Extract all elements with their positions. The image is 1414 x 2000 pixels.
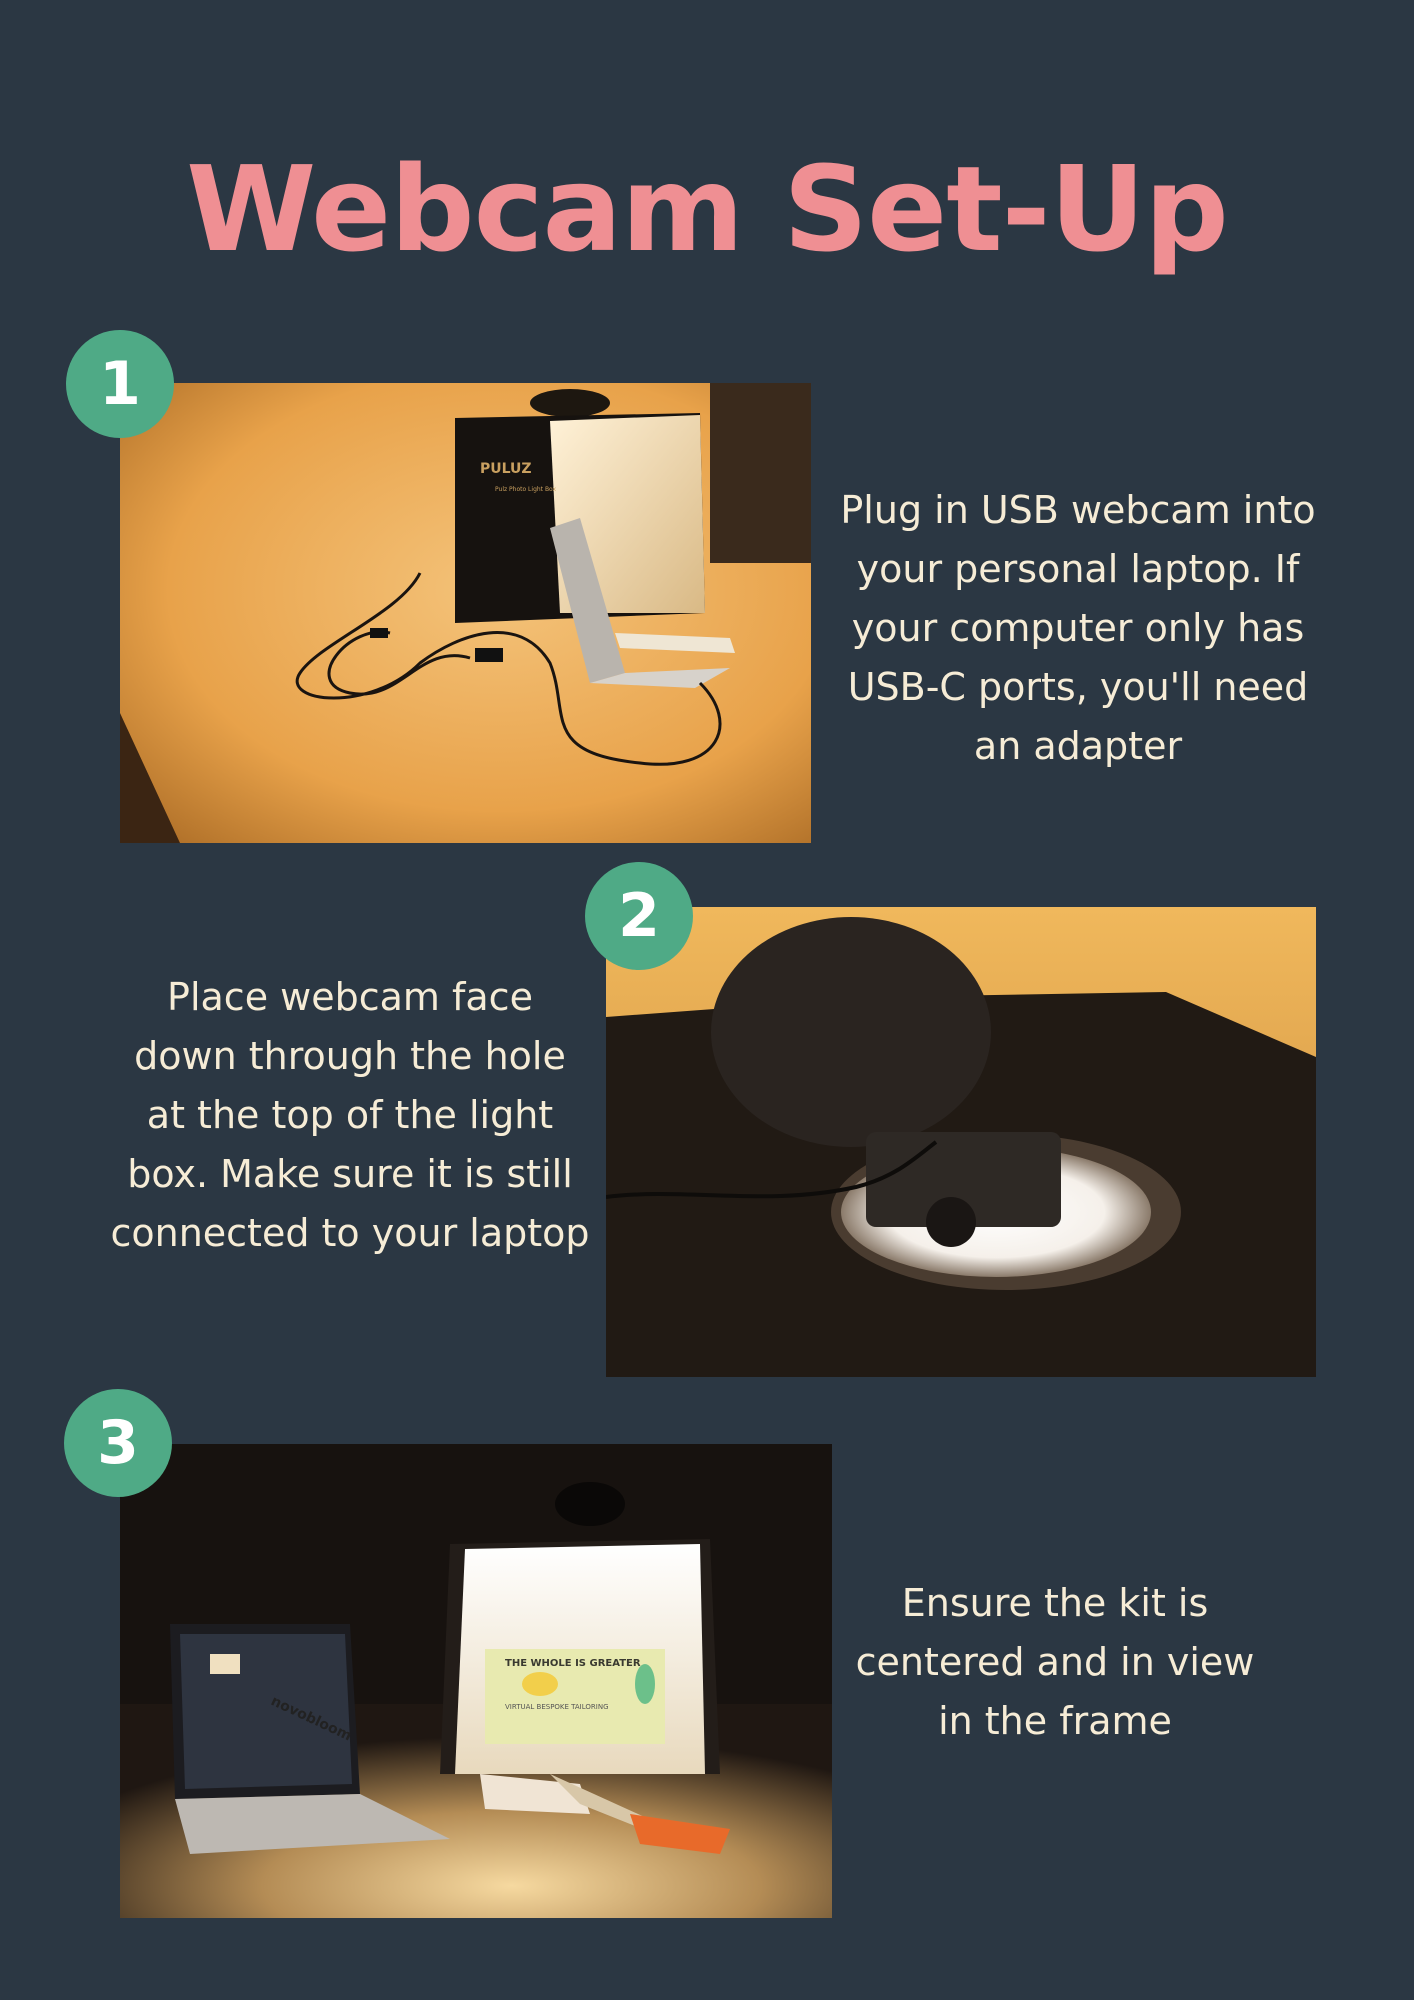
step-3-photo: THE WHOLE IS GREATER VIRTUAL BESPOKE TAI… — [120, 1444, 832, 1918]
step-1-photo: PULUZ Pulz Photo Light Box — [120, 383, 811, 843]
step-3-text: Ensure the kit is centered and in view i… — [855, 1581, 1255, 1743]
webcam-setup-poster: Webcam Set-Up 1 PULUZ Pulz Photo Light B… — [0, 0, 1414, 2000]
step-1-badge: 1 — [66, 330, 174, 438]
lightbox-subtitle: Pulz Photo Light Box — [495, 486, 557, 493]
step-3-badge: 3 — [64, 1389, 172, 1497]
step-2-text: Place webcam face down through the hole … — [110, 975, 590, 1255]
step-2-badge: 2 — [585, 862, 693, 970]
kit-box-label: THE WHOLE IS GREATER — [505, 1658, 641, 1669]
page-title: Webcam Set-Up — [186, 140, 1229, 278]
step-2-photo — [606, 907, 1316, 1377]
lightbox-brand: PULUZ — [480, 461, 532, 477]
step-1-text: Plug in USB webcam into your personal la… — [840, 488, 1316, 768]
kit-in-lightbox-with-laptop-image: THE WHOLE IS GREATER VIRTUAL BESPOKE TAI… — [120, 1444, 832, 1918]
kit-box-sublabel: VIRTUAL BESPOKE TAILORING — [505, 1703, 609, 1711]
lightbox-on-table-image: PULUZ Pulz Photo Light Box — [120, 383, 811, 843]
webcam-in-lightbox-top-image — [606, 907, 1316, 1377]
